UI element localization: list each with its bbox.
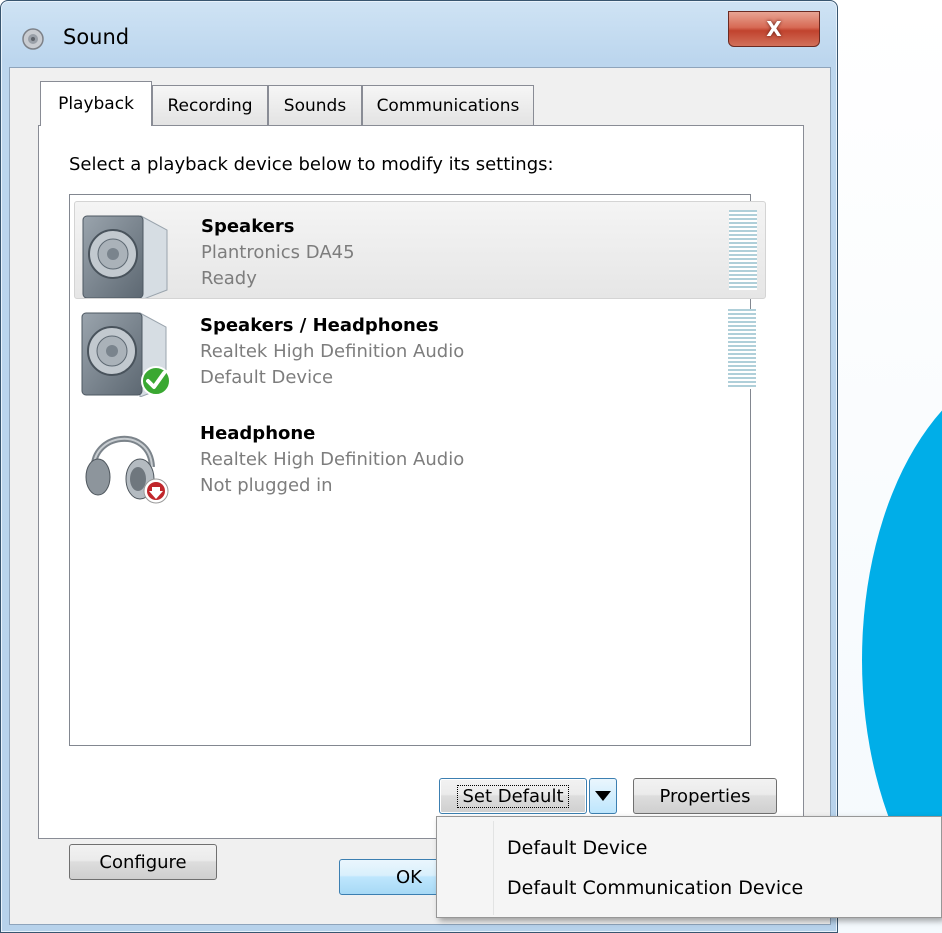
device-name: Speakers [201, 216, 295, 237]
headphone-unplugged-icon [85, 436, 169, 504]
volume-meter [728, 309, 756, 389]
tab-label: Playback [58, 94, 134, 114]
device-item-headphone[interactable]: Headphone Realtek High Definition Audio … [74, 409, 766, 507]
device-list[interactable]: Speakers Plantronics DA45 Ready Speakers… [69, 194, 766, 746]
sound-app-icon [22, 28, 44, 50]
tab-label: Sounds [283, 95, 347, 116]
tab-communications[interactable]: Communications [362, 85, 534, 125]
device-name: Speakers / Headphones [200, 315, 439, 336]
speaker-icon [82, 215, 168, 298]
speaker-default-icon [81, 312, 170, 397]
configure-label: Configure [99, 851, 187, 873]
device-driver: Realtek High Definition Audio [200, 341, 465, 362]
properties-button[interactable]: Properties [633, 778, 777, 814]
sound-dialog: Sound X Playback Recording Sounds Commun… [0, 0, 838, 933]
device-item-speakers-headphones[interactable]: Speakers / Headphones Realtek High Defin… [74, 301, 766, 399]
close-button[interactable]: X [728, 11, 820, 47]
device-driver: Plantronics DA45 [201, 242, 355, 263]
set-default-label: Set Default [457, 784, 569, 808]
properties-label: Properties [659, 785, 751, 807]
tab-sounds[interactable]: Sounds [268, 85, 362, 125]
device-status: Not plugged in [200, 475, 333, 496]
window-title: Sound [63, 25, 130, 49]
menu-gutter [493, 821, 494, 915]
set-default-button[interactable]: Set Default [439, 778, 587, 814]
chevron-down-icon [595, 791, 611, 801]
tab-label: Recording [167, 95, 253, 116]
device-item-speakers[interactable]: Speakers Plantronics DA45 Ready [74, 201, 766, 299]
set-default-dropdown[interactable] [589, 778, 617, 814]
menu-item-default-communication-device[interactable]: Default Communication Device [507, 877, 803, 899]
ok-label: OK [396, 866, 422, 888]
close-icon: X [766, 17, 782, 41]
tab-label: Communications [376, 95, 520, 116]
device-driver: Realtek High Definition Audio [200, 449, 465, 470]
volume-meter [729, 210, 757, 290]
instruction-text: Select a playback device below to modify… [69, 154, 554, 175]
device-status: Ready [201, 268, 257, 289]
tab-playback[interactable]: Playback [40, 81, 152, 126]
menu-item-default-device[interactable]: Default Device [507, 837, 647, 859]
device-status: Default Device [200, 367, 334, 388]
set-default-menu: Default Device Default Communication Dev… [436, 816, 942, 918]
configure-button[interactable]: Configure [69, 844, 217, 880]
tab-recording[interactable]: Recording [152, 85, 268, 125]
playback-panel: Select a playback device below to modify… [38, 125, 804, 880]
device-name: Headphone [200, 423, 316, 444]
